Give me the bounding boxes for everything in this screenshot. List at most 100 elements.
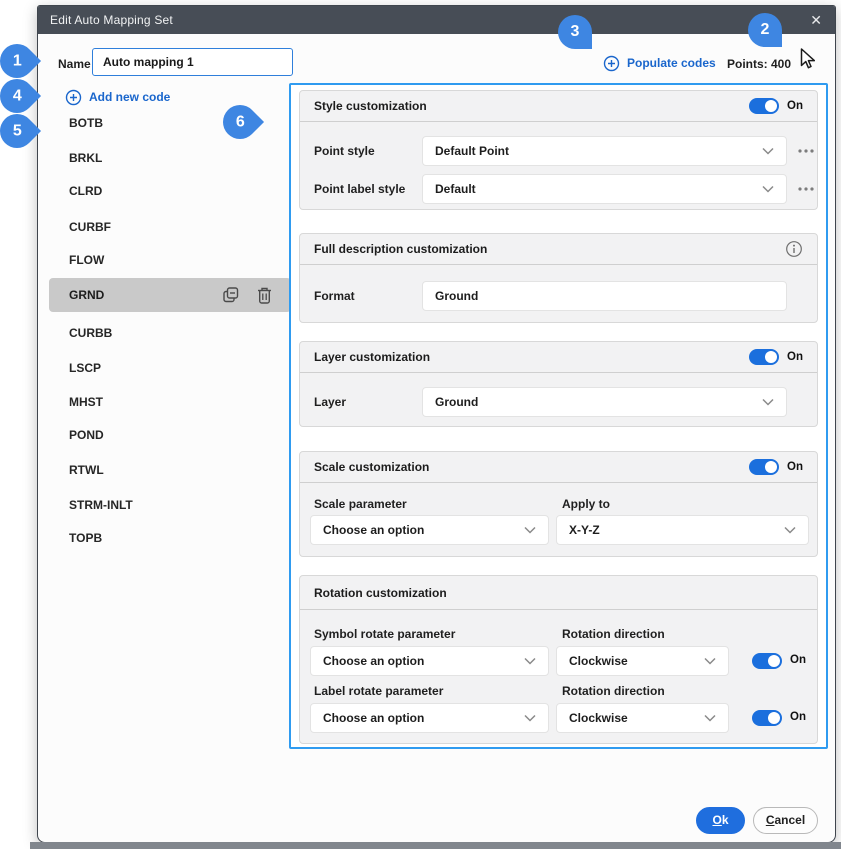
chevron-down-icon	[524, 657, 536, 665]
point-style-dropdown[interactable]: Default Point	[422, 136, 787, 166]
label-rotation-toggle-state: On	[790, 711, 806, 723]
symbol-rotation-direction-dropdown[interactable]: Clockwise	[556, 646, 729, 676]
toggle-knob	[768, 655, 780, 667]
style-toggle[interactable]	[749, 98, 779, 114]
point-label-style-more-button[interactable]	[794, 181, 818, 197]
layer-dropdown[interactable]: Ground	[422, 387, 787, 417]
apply-to-dropdown[interactable]: X-Y-Z	[556, 515, 809, 545]
label-rotate-parameter-dropdown[interactable]: Choose an option	[310, 703, 549, 733]
layer-toggle[interactable]	[749, 349, 779, 365]
code-item-topb[interactable]: TOPB	[69, 528, 229, 548]
scale-customization-header: Scale customization On	[300, 452, 817, 483]
symbol-rotation-toggle-state: On	[790, 654, 806, 666]
plus-circle-icon	[603, 55, 620, 72]
chevron-down-icon	[704, 657, 716, 665]
code-item-strm-inlt[interactable]: STRM-INLT	[69, 495, 229, 515]
rotation-customization-title: Rotation customization	[314, 586, 447, 600]
point-style-more-button[interactable]	[794, 143, 818, 159]
code-settings-panel: Style customization On Point style Defau…	[289, 83, 828, 749]
populate-codes-button[interactable]: Populate codes	[603, 53, 716, 73]
symbol-rotate-parameter-dropdown[interactable]: Choose an option	[310, 646, 549, 676]
populate-codes-label: Populate codes	[627, 53, 716, 73]
add-new-code-label: Add new code	[89, 87, 170, 107]
point-label-style-label: Point label style	[314, 179, 405, 199]
code-item-curbf[interactable]: CURBF	[69, 217, 229, 237]
code-item-curbb[interactable]: CURBB	[69, 323, 229, 343]
background-app-strip	[30, 842, 841, 849]
full-description-card: Full description customization Format	[299, 233, 818, 323]
dialog-titlebar[interactable]: Edit Auto Mapping Set	[38, 6, 835, 34]
chevron-down-icon	[762, 147, 774, 155]
style-toggle-state: On	[787, 100, 803, 112]
info-icon[interactable]	[785, 240, 803, 258]
layer-label: Layer	[314, 392, 346, 412]
label-rotate-parameter-label: Label rotate parameter	[314, 681, 443, 701]
code-item-flow[interactable]: FLOW	[69, 250, 229, 270]
delete-code-icon[interactable]	[253, 284, 275, 306]
scale-toggle[interactable]	[749, 459, 779, 475]
label-rotation-toggle[interactable]	[752, 710, 782, 726]
layer-customization-header: Layer customization On	[300, 342, 817, 373]
ok-button[interactable]: Ok	[696, 807, 745, 834]
chevron-down-icon	[524, 526, 536, 534]
full-description-title: Full description customization	[314, 242, 487, 256]
format-label: Format	[314, 286, 355, 306]
scale-toggle-state: On	[787, 461, 803, 473]
scale-customization-card: Scale customization On Scale parameter A…	[299, 451, 818, 557]
code-item-rtwl[interactable]: RTWL	[69, 460, 229, 480]
chevron-down-icon	[524, 714, 536, 722]
label-rotate-parameter-value: Choose an option	[323, 711, 524, 725]
layer-toggle-state: On	[787, 351, 803, 363]
code-item-clrd[interactable]: CLRD	[69, 181, 229, 201]
format-input[interactable]	[422, 281, 787, 311]
style-customization-title: Style customization	[314, 99, 427, 113]
plus-circle-icon	[65, 89, 82, 106]
code-item-lscp[interactable]: LSCP	[69, 358, 229, 378]
name-input[interactable]	[92, 48, 293, 76]
label-rotation-direction-value: Clockwise	[569, 711, 704, 725]
cancel-button[interactable]: Cancel	[753, 807, 818, 834]
scale-parameter-dropdown[interactable]: Choose an option	[310, 515, 549, 545]
scale-customization-title: Scale customization	[314, 460, 429, 474]
code-item-botb[interactable]: BOTB	[69, 113, 229, 133]
callout-badge-5: 5	[0, 107, 41, 155]
toggle-knob	[765, 461, 777, 473]
toggle-knob	[768, 712, 780, 724]
point-label-style-dropdown[interactable]: Default	[422, 174, 787, 204]
points-count: Points: 400	[727, 54, 791, 74]
toggle-knob	[765, 100, 777, 112]
callout-badge-3: 3	[558, 15, 592, 49]
callout-badge-2: 2	[748, 13, 782, 47]
edit-auto-mapping-set-dialog: Edit Auto Mapping Set ✕ Name Populate co…	[37, 5, 836, 843]
code-item-pond[interactable]: POND	[69, 425, 229, 445]
code-item-grnd-selected[interactable]: GRND	[49, 278, 291, 312]
duplicate-code-icon[interactable]	[220, 284, 242, 306]
rotation-direction-label: Rotation direction	[562, 624, 665, 644]
close-icon[interactable]: ✕	[810, 11, 822, 29]
point-style-value: Default Point	[435, 144, 762, 158]
full-description-header: Full description customization	[300, 234, 817, 265]
code-item-mhst[interactable]: MHST	[69, 392, 229, 412]
chevron-down-icon	[762, 398, 774, 406]
symbol-rotation-toggle[interactable]	[752, 653, 782, 669]
chevron-down-icon	[704, 714, 716, 722]
scale-parameter-value: Choose an option	[323, 523, 524, 537]
layer-customization-card: Layer customization On Layer Ground	[299, 341, 818, 427]
add-new-code-button[interactable]: Add new code	[65, 87, 170, 107]
rotation-customization-card: Rotation customization Symbol rotate par…	[299, 575, 818, 744]
chevron-down-icon	[762, 185, 774, 193]
scale-parameter-label: Scale parameter	[314, 494, 407, 514]
layer-value: Ground	[435, 395, 762, 409]
cursor-pointer-icon	[795, 46, 817, 70]
apply-to-label: Apply to	[562, 494, 610, 514]
code-item-brkl[interactable]: BRKL	[69, 148, 229, 168]
layer-customization-title: Layer customization	[314, 350, 430, 364]
label-rotation-direction-dropdown[interactable]: Clockwise	[556, 703, 729, 733]
callout-badge-1: 1	[0, 37, 41, 85]
dialog-title: Edit Auto Mapping Set	[50, 13, 173, 27]
apply-to-value: X-Y-Z	[569, 523, 784, 537]
symbol-rotate-parameter-value: Choose an option	[323, 654, 524, 668]
rotation-direction-label: Rotation direction	[562, 681, 665, 701]
chevron-down-icon	[784, 526, 796, 534]
symbol-rotation-direction-value: Clockwise	[569, 654, 704, 668]
